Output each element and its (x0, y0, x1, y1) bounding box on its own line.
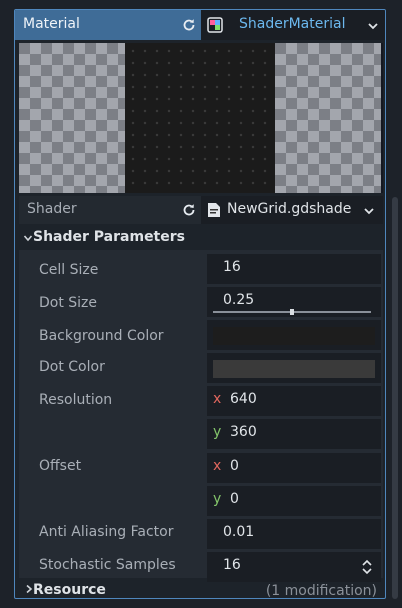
param-row-dot-size: Dot Size 0.25 (19, 287, 383, 317)
background-color-picker[interactable] (207, 320, 381, 350)
inspector-scrollbar[interactable] (392, 197, 398, 599)
shader-material-icon (207, 17, 223, 33)
param-value[interactable]: 16 (223, 259, 241, 275)
dot-color-picker[interactable] (207, 353, 381, 383)
cell-size-input[interactable]: 16 (207, 254, 381, 284)
axis-y-label: y (213, 424, 222, 440)
axis-x-label: x (213, 391, 222, 407)
background-color-swatch[interactable] (213, 327, 375, 345)
material-property-label: Material (23, 16, 80, 32)
param-label: Stochastic Samples (39, 557, 176, 573)
offset-y-input[interactable]: y 0 (207, 486, 381, 516)
material-property-label-area[interactable]: Material (15, 10, 201, 40)
param-row-background-color: Background Color (19, 320, 383, 350)
param-label: Resolution (39, 392, 113, 408)
param-value[interactable]: 16 (223, 557, 241, 573)
shader-resource-picker[interactable]: NewGrid.gdshade (201, 196, 383, 224)
shader-parameters-section-header[interactable]: Shader Parameters (19, 226, 383, 250)
resolution-y-input[interactable]: y 360 (207, 419, 381, 449)
param-row-cell-size: Cell Size 16 (19, 254, 383, 284)
checkerboard-background-right (275, 43, 381, 193)
resource-section-header[interactable]: Resource (1 modification) (19, 578, 383, 599)
param-value[interactable]: 640 (230, 391, 257, 407)
caret-down-icon[interactable] (23, 233, 33, 243)
param-label: Anti Aliasing Factor (39, 524, 174, 540)
anti-aliasing-input[interactable]: 0.01 (207, 519, 381, 549)
shader-file-name[interactable]: NewGrid.gdshade (227, 201, 351, 217)
axis-y-label: y (213, 491, 222, 507)
param-value[interactable]: 0 (230, 491, 239, 507)
section-title: Shader Parameters (33, 229, 185, 245)
shader-parameters-list: Cell Size 16 Dot Size 0.25 Background Co… (19, 250, 383, 582)
dot-color-swatch[interactable] (213, 360, 375, 378)
shader-property-label: Shader (27, 201, 77, 217)
offset-x-input[interactable]: x 0 (207, 453, 381, 483)
param-label: Dot Size (39, 295, 98, 311)
spinner-arrows-icon[interactable] (361, 559, 373, 575)
material-resource-picker[interactable]: ShaderMaterial (201, 10, 385, 40)
shader-file-icon (208, 203, 220, 217)
param-row-offset: Offset x 0 y 0 (19, 453, 383, 517)
modification-count: (1 modification) (265, 583, 377, 599)
material-inspector-panel: Material ShaderMaterial Shader NewGrid.g… (14, 9, 386, 599)
param-label: Cell Size (39, 262, 99, 278)
param-value[interactable]: 360 (230, 424, 257, 440)
param-label: Background Color (39, 328, 164, 344)
param-value[interactable]: 0.25 (223, 292, 254, 308)
param-value[interactable]: 0.01 (223, 524, 254, 540)
resource-section-title: Resource (33, 582, 106, 598)
param-row-resolution: Resolution x 640 y 360 (19, 386, 383, 450)
revert-icon[interactable] (181, 17, 197, 33)
revert-icon[interactable] (181, 202, 197, 218)
param-value[interactable]: 0 (230, 458, 239, 474)
shader-preview-render (125, 43, 275, 193)
param-row-dot-color: Dot Color (19, 353, 383, 383)
resolution-x-input[interactable]: x 640 (207, 386, 381, 416)
slider-grabber[interactable] (290, 309, 294, 315)
axis-x-label: x (213, 458, 222, 474)
chevron-down-icon[interactable] (363, 205, 375, 217)
checkerboard-background-left (19, 43, 125, 193)
param-label: Dot Color (39, 359, 105, 375)
chevron-down-icon[interactable] (367, 20, 379, 32)
material-property-header: Material ShaderMaterial (15, 10, 385, 40)
material-preview (19, 43, 383, 193)
shader-property-row: Shader NewGrid.gdshade (19, 196, 383, 224)
param-row-anti-aliasing: Anti Aliasing Factor 0.01 (19, 519, 383, 549)
dot-size-slider-field[interactable]: 0.25 (207, 287, 381, 317)
material-resource-name[interactable]: ShaderMaterial (239, 16, 345, 32)
param-label: Offset (39, 458, 82, 474)
